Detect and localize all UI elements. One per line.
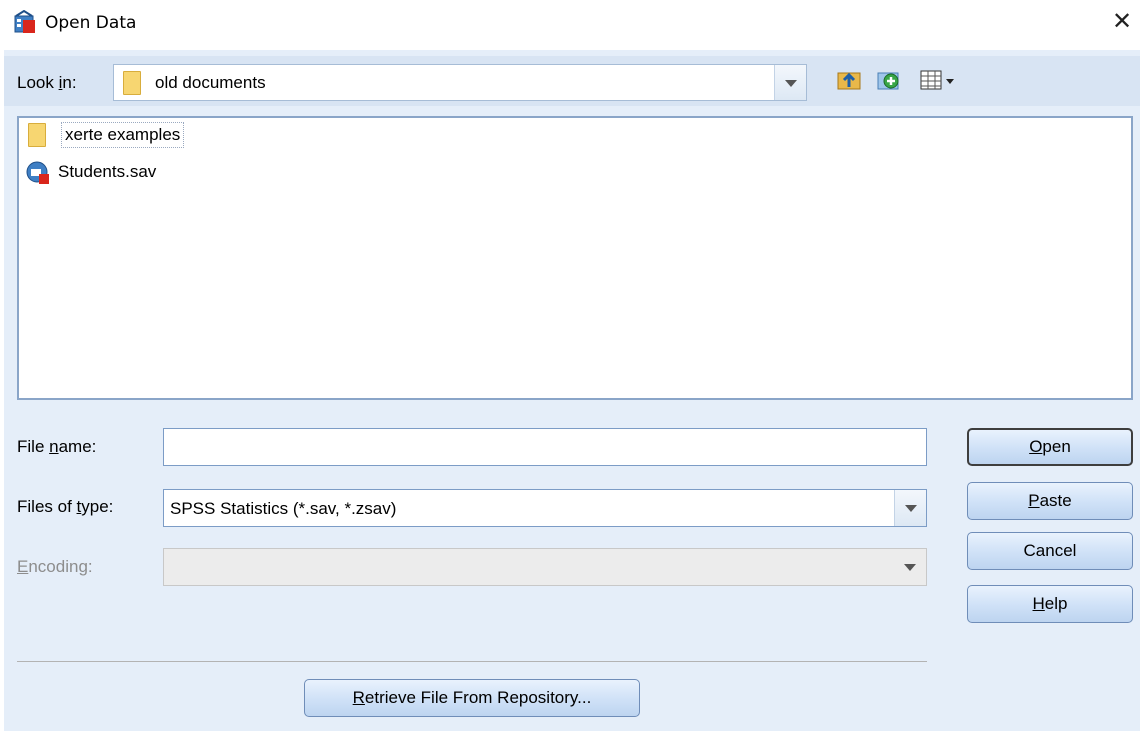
paste-button[interactable]: Paste: [967, 482, 1133, 520]
close-icon[interactable]: ✕: [1110, 9, 1134, 33]
files-of-type-value: SPSS Statistics (*.sav, *.zsav): [170, 499, 397, 518]
file-name-label: File name:: [17, 437, 97, 456]
up-folder-icon[interactable]: [836, 67, 862, 93]
encoding-label: Encoding:: [17, 557, 93, 576]
file-name: xerte examples: [61, 122, 185, 148]
view-menu-icon[interactable]: [918, 67, 958, 93]
chevron-down-icon: [894, 549, 926, 585]
folder-icon: [123, 71, 141, 95]
file-name-field[interactable]: [163, 428, 927, 466]
look-in-label: Look in:: [17, 73, 77, 92]
spss-app-icon: [14, 10, 35, 33]
divider: [17, 661, 927, 662]
folder-icon: [28, 123, 46, 147]
file-name: Students.sav: [58, 162, 157, 181]
window-title: Open Data: [45, 13, 137, 33]
retrieve-from-repository-button[interactable]: Retrieve File From Repository...: [304, 679, 640, 717]
files-of-type-label: Files of type:: [17, 497, 114, 516]
look-in-value: old documents: [155, 73, 266, 92]
look-in-combo[interactable]: old documents: [113, 64, 807, 101]
spss-data-file-icon: [26, 161, 49, 184]
cancel-button[interactable]: Cancel: [967, 532, 1133, 570]
list-item[interactable]: Students.sav: [26, 159, 216, 185]
files-of-type-select[interactable]: SPSS Statistics (*.sav, *.zsav): [163, 489, 927, 527]
file-list[interactable]: xerte examples Students.sav: [17, 116, 1133, 400]
help-button[interactable]: Help: [967, 585, 1133, 623]
chevron-down-icon[interactable]: [774, 65, 806, 100]
new-folder-icon[interactable]: [876, 67, 902, 93]
open-button[interactable]: Open: [967, 428, 1133, 466]
list-item[interactable]: xerte examples: [26, 122, 216, 148]
encoding-select: [163, 548, 927, 586]
chevron-down-icon[interactable]: [894, 490, 926, 526]
title-bar: Open Data ✕: [0, 0, 1142, 50]
